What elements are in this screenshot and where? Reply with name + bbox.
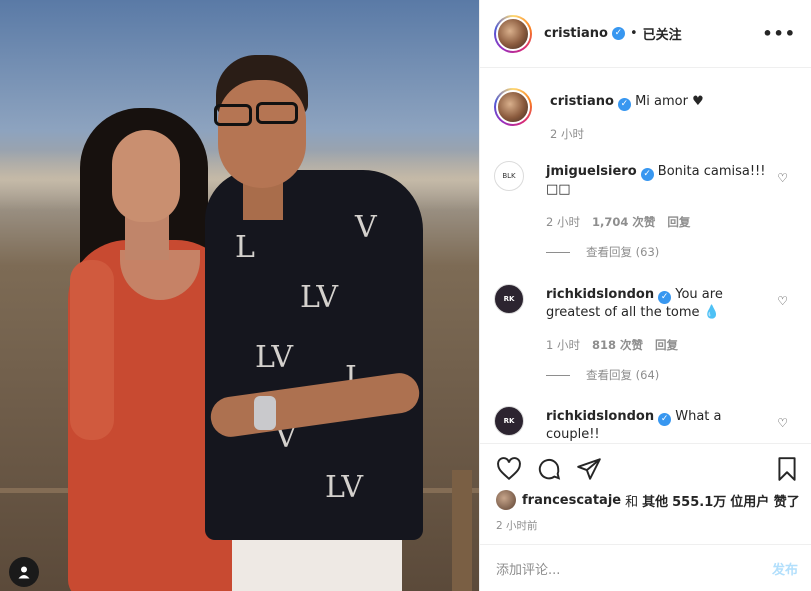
user-tag-icon[interactable] — [9, 557, 39, 587]
caption-time[interactable]: 2 小时 — [550, 125, 584, 143]
woman-sleeve — [70, 260, 114, 440]
comment-row: RK richkidslondon ✓ What a couple!! ♡ — [494, 406, 800, 443]
shirt-pattern: LV — [255, 340, 294, 375]
post-side-panel: cristiano ✓ • 已关注 ••• cristiano ✓ Mi amor… — [479, 0, 811, 591]
photo-fence-post — [452, 470, 472, 591]
comment-input[interactable]: 添加评论... — [496, 559, 560, 578]
post-photo[interactable]: L LV V LV L V LV — [0, 0, 479, 591]
commenter-avatar[interactable]: RK — [494, 406, 524, 436]
caption-username[interactable]: cristiano — [550, 94, 614, 109]
comment-username[interactable]: richkidslondon — [546, 287, 654, 302]
likes-suffix: 位用户 赞了 — [730, 494, 800, 510]
comment-heart-icon[interactable]: ♡ — [777, 171, 788, 185]
view-replies-label: 查看回复 (64) — [586, 368, 660, 382]
shirt-pattern: V — [355, 210, 377, 245]
post-header: cristiano ✓ • 已关注 ••• — [480, 0, 811, 68]
shirt-pattern: L — [235, 230, 255, 265]
commenter-avatar[interactable]: BLK — [494, 161, 524, 191]
add-comment-bar: 添加评论... 发布 — [480, 544, 811, 591]
comment-time[interactable]: 1 小时 — [546, 336, 580, 354]
replies-divider — [546, 251, 570, 253]
view-replies-button[interactable]: 查看回复 (63) — [546, 244, 659, 260]
shirt-pattern: LV — [325, 470, 364, 505]
glasses-right-lens — [256, 102, 298, 124]
man-shirt: L LV V LV L V LV — [205, 170, 423, 540]
caption-text: Mi amor ♥ — [635, 94, 704, 109]
watch — [254, 396, 276, 430]
commenter-avatar[interactable]: RK — [494, 284, 524, 314]
comment-row: BLK jmiguelsiero ✓ Bonita camisa!!! □□ 2 … — [494, 161, 800, 231]
heart-icon[interactable] — [496, 456, 522, 482]
caption-avatar[interactable] — [494, 88, 532, 126]
bookmark-icon[interactable] — [774, 456, 800, 482]
verified-badge-icon: ✓ — [611, 27, 625, 40]
follow-status-button[interactable]: 已关注 — [643, 24, 682, 43]
comment-time[interactable]: 2 小时 — [546, 213, 580, 231]
post-timestamp[interactable]: 2 小时前 — [496, 518, 538, 533]
liker-username[interactable]: francescataje — [522, 493, 621, 508]
caption-row: cristiano ✓ Mi amor ♥ 2 小时 — [494, 88, 800, 143]
replies-divider — [546, 374, 570, 376]
glasses-left-lens — [214, 104, 252, 126]
reply-button[interactable]: 回复 — [667, 213, 690, 231]
man-face — [218, 80, 306, 188]
author-username[interactable]: cristiano — [544, 26, 608, 41]
comment-username[interactable]: richkidslondon — [546, 409, 654, 424]
verified-badge-icon: ✓ — [658, 413, 672, 426]
verified-badge-icon: ✓ — [640, 168, 654, 181]
comment-likes[interactable]: 818 次赞 — [592, 336, 643, 354]
author-avatar[interactable] — [494, 14, 532, 53]
comments-list[interactable]: cristiano ✓ Mi amor ♥ 2 小时 BLK jmiguelsie… — [480, 68, 811, 443]
view-replies-button[interactable]: 查看回复 (64) — [546, 367, 659, 383]
more-options-icon[interactable]: ••• — [762, 24, 796, 43]
woman-face — [112, 130, 180, 222]
verified-badge-icon: ✓ — [658, 291, 672, 304]
liker-avatar[interactable] — [496, 490, 516, 510]
comment-row: RK richkidslondon ✓ You are greatest of a… — [494, 284, 800, 354]
comment-heart-icon[interactable]: ♡ — [777, 294, 788, 308]
comment-username[interactable]: jmiguelsiero — [546, 164, 637, 179]
share-icon[interactable] — [576, 456, 602, 482]
comment-heart-icon[interactable]: ♡ — [777, 416, 788, 430]
post-comment-button[interactable]: 发布 — [772, 559, 798, 578]
comment-likes[interactable]: 1,704 次赞 — [592, 213, 655, 231]
view-replies-label: 查看回复 (63) — [586, 245, 660, 259]
shirt-pattern: LV — [300, 280, 339, 315]
likes-others[interactable]: 其他 — [642, 491, 668, 510]
action-bar — [480, 443, 811, 493]
likes-summary: francescataje 和 其他 555.1万 位用户 赞了 — [496, 490, 800, 510]
likes-and: 和 — [625, 494, 639, 510]
comment-icon[interactable] — [536, 456, 562, 482]
reply-button[interactable]: 回复 — [655, 336, 678, 354]
likes-count[interactable]: 555.1万 — [672, 491, 726, 510]
separator-dot: • — [629, 26, 638, 41]
verified-badge-icon: ✓ — [617, 98, 631, 111]
